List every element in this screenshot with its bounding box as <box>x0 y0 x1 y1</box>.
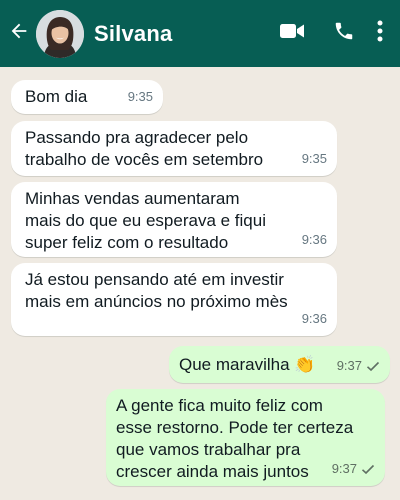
chat-header: Silvana <box>0 0 400 67</box>
message-time: 9:37 <box>331 461 357 476</box>
outgoing-message[interactable]: Que maravilha 👏 9:37 <box>169 346 390 383</box>
header-actions <box>272 14 390 54</box>
message-time: 9:35 <box>127 89 153 104</box>
message-meta: 9:37 <box>332 458 375 480</box>
incoming-message[interactable]: Já estou pensando até em investir mais e… <box>11 263 337 336</box>
message-text: Passando pra agradecer pelo trabalho de … <box>25 128 264 169</box>
message-time: 9:37 <box>336 358 362 373</box>
message-time: 9:36 <box>301 232 327 247</box>
incoming-message[interactable]: Bom dia 9:35 <box>11 80 163 114</box>
sent-check-icon <box>361 464 375 475</box>
message-meta: 9:35 <box>128 86 153 108</box>
back-button[interactable] <box>2 0 36 67</box>
avatar[interactable] <box>36 9 84 58</box>
more-vert-icon <box>377 20 383 47</box>
sent-check-icon <box>366 361 380 372</box>
incoming-message[interactable]: Minhas vendas aumentaram mais do que eu … <box>11 182 337 257</box>
message-meta: 9:36 <box>302 308 327 330</box>
message-meta: 9:37 <box>337 355 380 377</box>
outgoing-message[interactable]: A gente fica muito feliz com esse restor… <box>106 389 385 486</box>
video-call-button[interactable] <box>272 14 312 54</box>
message-list[interactable]: Bom dia 9:35 Passando pra agradecer pelo… <box>0 67 400 500</box>
message-time: 9:35 <box>301 151 327 166</box>
contact-name[interactable]: Silvana <box>94 21 172 47</box>
arrow-left-icon <box>8 20 30 47</box>
incoming-message[interactable]: Passando pra agradecer pelo trabalho de … <box>11 121 337 176</box>
message-meta: 9:36 <box>302 229 327 251</box>
message-meta: 9:35 <box>302 148 327 170</box>
message-text: Minhas vendas aumentaram mais do que eu … <box>25 189 266 252</box>
voice-call-button[interactable] <box>324 14 364 54</box>
message-text: Já estou pensando até em investir mais e… <box>25 270 288 311</box>
phone-icon <box>333 20 355 47</box>
video-call-icon <box>279 21 305 46</box>
more-options-button[interactable] <box>370 14 390 54</box>
message-time: 9:36 <box>301 311 327 326</box>
